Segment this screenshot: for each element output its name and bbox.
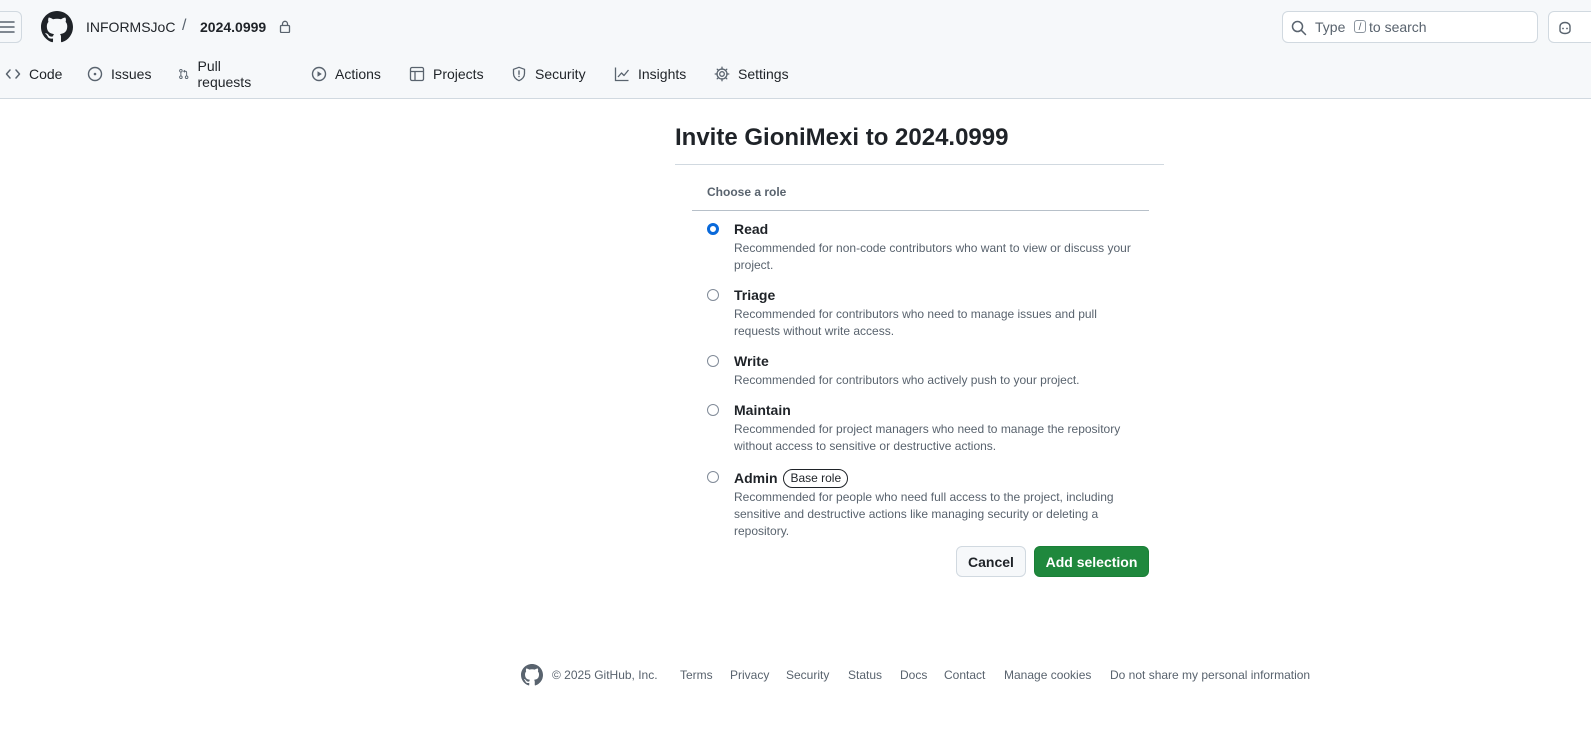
- role-name-wrap: Admin Base role: [734, 469, 849, 488]
- role-name: Maintain: [734, 402, 791, 418]
- tab-label: Issues: [111, 66, 152, 82]
- lock-icon: [279, 20, 291, 33]
- tab-issues[interactable]: Issues: [87, 58, 151, 90]
- tab-label: Settings: [738, 66, 789, 82]
- github-footer-logo-icon[interactable]: [521, 664, 543, 686]
- hamburger-menu-button[interactable]: [0, 11, 22, 43]
- hamburger-icon: [0, 21, 15, 33]
- footer-link-privacy[interactable]: Privacy: [730, 668, 769, 682]
- role-name: Admin: [734, 470, 778, 486]
- footer-link-do-not-share[interactable]: Do not share my personal information: [1110, 668, 1310, 682]
- gear-icon: [714, 66, 730, 82]
- tab-security[interactable]: Security: [511, 58, 586, 90]
- play-icon: [311, 66, 327, 82]
- breadcrumb-owner-link[interactable]: INFORMSJoC: [86, 19, 175, 35]
- role-radio-admin[interactable]: [707, 471, 719, 483]
- github-logo-icon[interactable]: [41, 11, 73, 43]
- code-icon: [5, 69, 21, 79]
- tab-insights[interactable]: Insights: [614, 58, 686, 90]
- footer-link-status[interactable]: Status: [848, 668, 882, 682]
- tab-label: Projects: [433, 66, 484, 82]
- breadcrumb-repo-link[interactable]: 2024.0999: [200, 19, 266, 35]
- tab-code[interactable]: Code: [5, 58, 62, 90]
- search-icon: [1291, 20, 1307, 36]
- role-radio-triage[interactable]: [707, 289, 719, 301]
- role-description: Recommended for contributors who activel…: [734, 373, 1080, 387]
- tab-pull-requests[interactable]: Pull requests: [178, 58, 256, 90]
- pull-request-icon: [179, 69, 189, 79]
- tab-label: Security: [535, 66, 586, 82]
- choose-role-heading: Choose a role: [707, 185, 787, 199]
- tab-label: Code: [29, 66, 63, 82]
- footer-link-contact[interactable]: Contact: [944, 668, 985, 682]
- role-name: Write: [734, 353, 769, 369]
- table-icon: [409, 66, 425, 82]
- role-name: Triage: [734, 287, 776, 303]
- role-description: Recommended for contributors who need to…: [734, 307, 1097, 338]
- role-divider: [692, 210, 1149, 211]
- footer-link-docs[interactable]: Docs: [900, 668, 927, 682]
- role-description: Recommended for project managers who nee…: [734, 422, 1121, 453]
- role-radio-maintain[interactable]: [707, 404, 719, 416]
- tab-actions[interactable]: Actions: [311, 58, 381, 90]
- copilot-button[interactable]: [1548, 11, 1591, 43]
- footer-link-manage-cookies[interactable]: Manage cookies: [1004, 668, 1091, 682]
- tab-label: Insights: [638, 66, 687, 82]
- search-placeholder-prefix: Type: [1315, 19, 1346, 35]
- tab-projects[interactable]: Projects: [409, 58, 484, 90]
- role-radio-read[interactable]: [707, 223, 719, 235]
- tab-label: Actions: [335, 66, 381, 82]
- issue-icon: [87, 66, 103, 82]
- search-shortcut-key: /: [1354, 20, 1366, 33]
- tab-settings[interactable]: Settings: [714, 58, 789, 90]
- shield-icon: [512, 66, 526, 82]
- role-name: Read: [734, 221, 769, 237]
- copilot-icon: [1557, 20, 1573, 36]
- tab-label: Pull requests: [197, 58, 252, 90]
- add-selection-button[interactable]: Add selection: [1034, 546, 1149, 577]
- cancel-button[interactable]: Cancel: [956, 546, 1026, 577]
- footer-copyright: © 2025 GitHub, Inc.: [552, 668, 658, 682]
- title-divider: [675, 164, 1164, 165]
- search-input[interactable]: Type / to search: [1282, 11, 1538, 43]
- search-placeholder-suffix: to search: [1369, 19, 1427, 35]
- role-description: Recommended for people who need full acc…: [734, 490, 1114, 538]
- footer-link-security[interactable]: Security: [786, 668, 829, 682]
- breadcrumb-separator: /: [182, 17, 187, 34]
- role-radio-write[interactable]: [707, 355, 719, 367]
- page-title: Invite GioniMexi to 2024.0999: [675, 124, 1009, 151]
- footer-link-terms[interactable]: Terms: [680, 668, 713, 682]
- graph-icon: [614, 67, 630, 82]
- app-header: INFORMSJoC / 2024.0999 Type / to search …: [0, 0, 1591, 99]
- role-description: Recommended for non-code contributors wh…: [734, 241, 1131, 272]
- base-role-badge: Base role: [783, 469, 849, 488]
